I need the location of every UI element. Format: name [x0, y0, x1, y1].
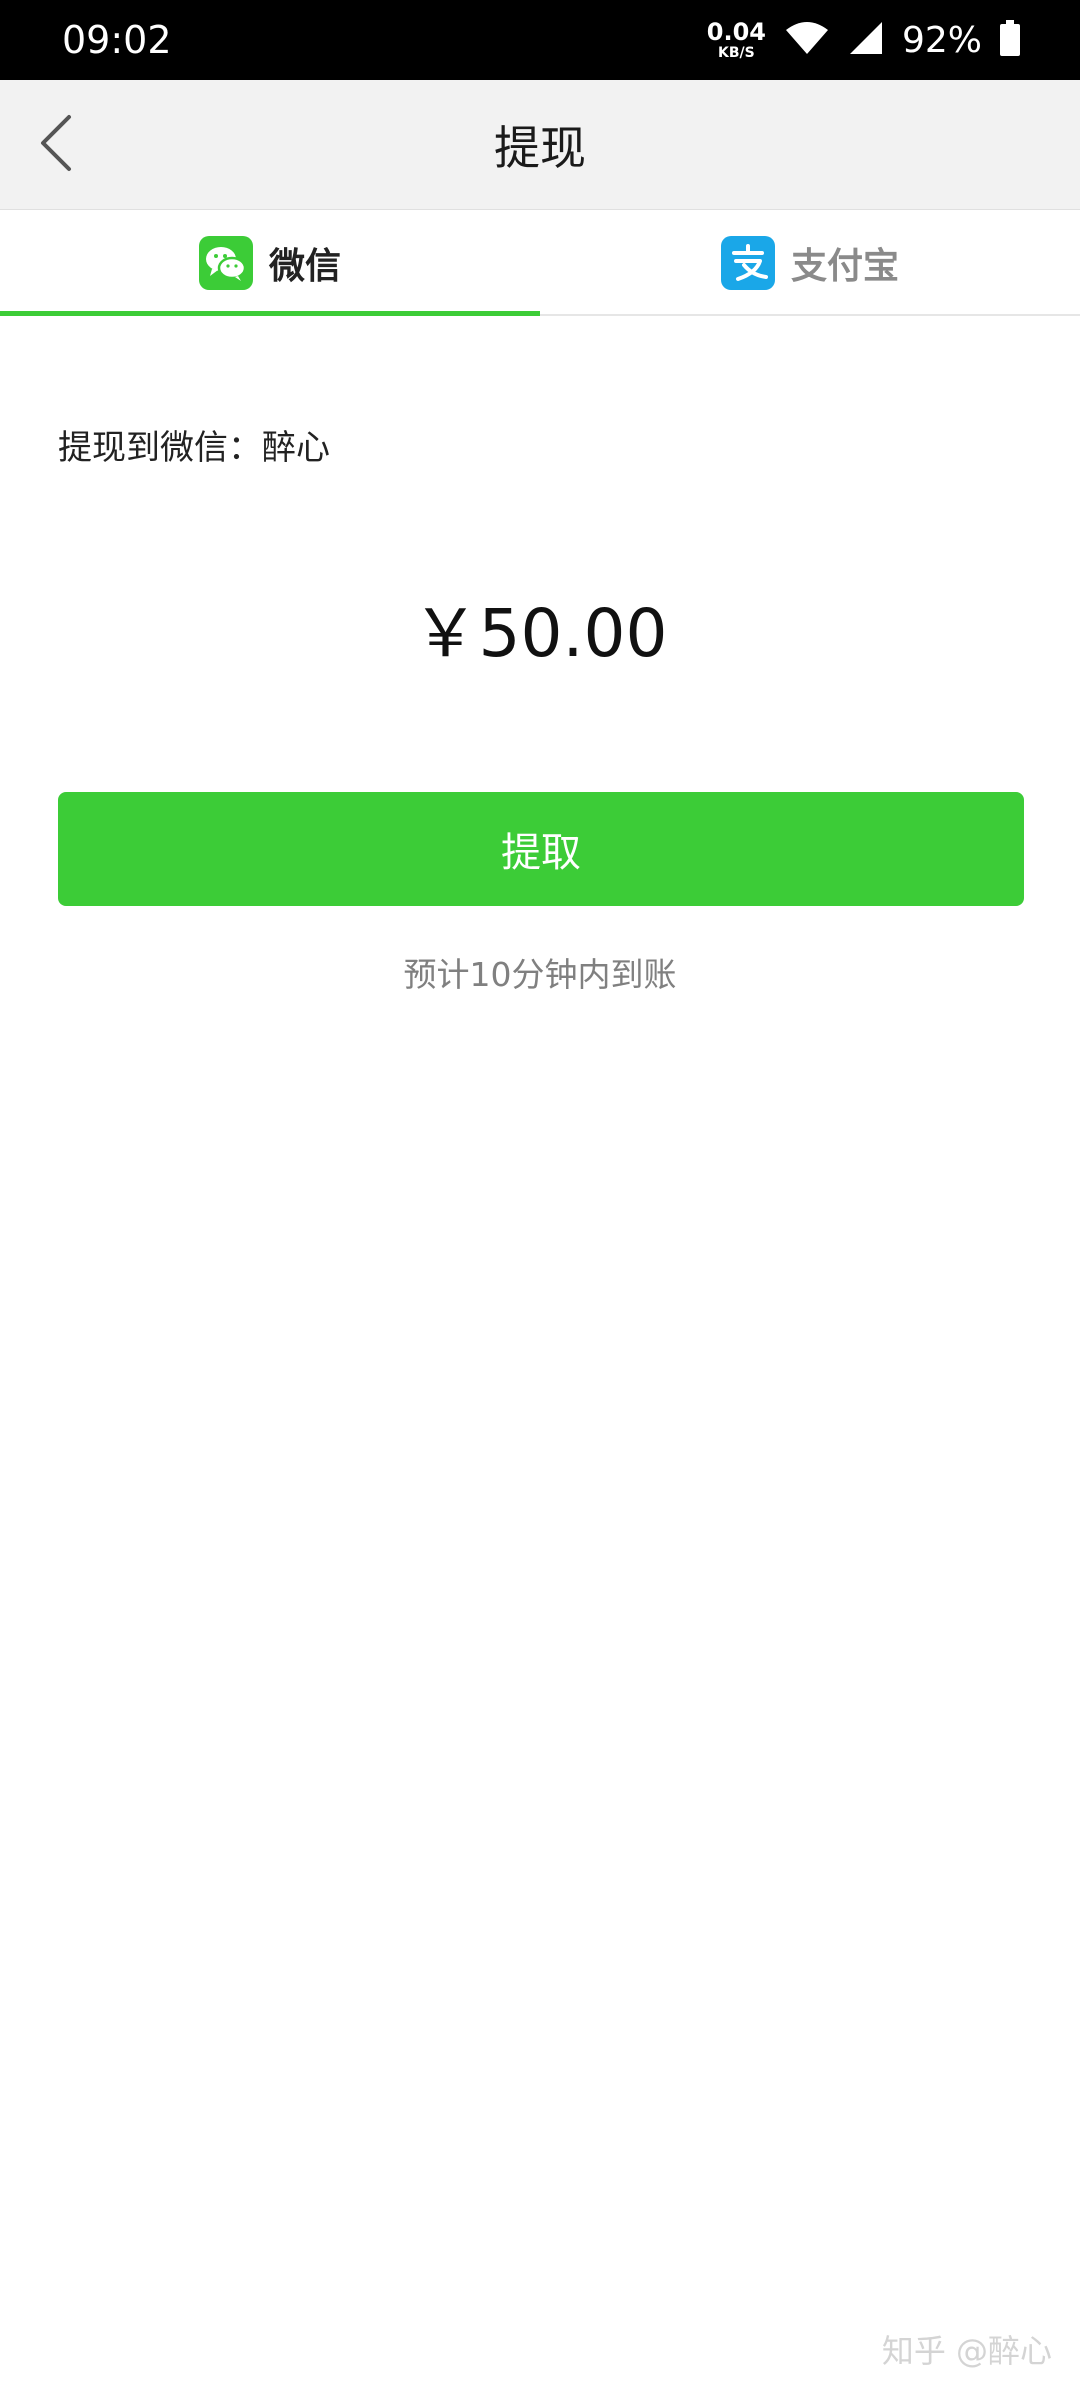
status-bar: 09:02 0.04 KB/S 92%	[0, 0, 1080, 80]
withdraw-button[interactable]: 提取	[58, 792, 1024, 906]
cell-signal-icon	[848, 20, 884, 60]
recipient-label: 提现到微信：醉心	[58, 428, 330, 468]
network-speed-value: 0.04	[706, 18, 766, 46]
status-indicators: 0.04 KB/S 92%	[707, 14, 1020, 66]
payment-tabs: 微信 支付宝	[0, 211, 1080, 316]
wifi-icon	[784, 20, 830, 60]
tab-alipay[interactable]: 支付宝	[540, 211, 1080, 314]
title-bar: 提现	[0, 80, 1080, 210]
watermark: 知乎 @醉心	[881, 2332, 1052, 2370]
back-button[interactable]	[22, 110, 92, 180]
active-tab-indicator	[0, 311, 540, 316]
status-time: 09:02	[62, 18, 172, 62]
battery-percent: 92%	[901, 19, 982, 61]
network-speed: 0.04 KB/S	[707, 20, 766, 60]
network-speed-unit: KB/S	[718, 45, 755, 61]
alipay-icon	[720, 235, 775, 290]
withdraw-amount: ￥50.00	[412, 595, 668, 672]
arrival-eta: 预计10分钟内到账	[403, 955, 677, 994]
tab-wechat[interactable]: 微信	[0, 211, 540, 316]
battery-icon	[1000, 20, 1020, 60]
wechat-icon	[198, 235, 253, 290]
tab-alipay-label: 支付宝	[790, 245, 899, 287]
page-title: 提现	[494, 121, 586, 175]
tab-wechat-label: 微信	[268, 245, 341, 287]
chevron-left-icon	[37, 113, 77, 177]
